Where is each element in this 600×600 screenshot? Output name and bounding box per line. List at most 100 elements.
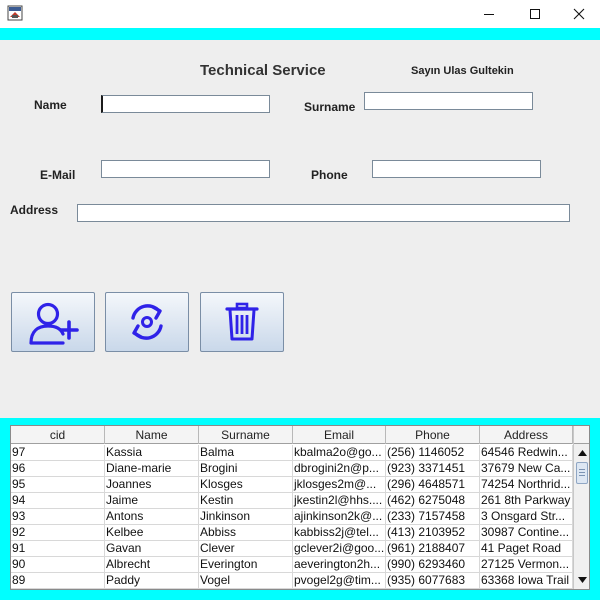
close-button[interactable] — [556, 0, 600, 28]
name-field[interactable] — [101, 95, 270, 113]
cell-address[interactable]: 3 Onsgard Str... — [480, 509, 573, 525]
cell-cid[interactable]: 91 — [11, 541, 105, 557]
cell-name[interactable]: Kassia — [105, 445, 199, 461]
cell-email[interactable]: dbrogini2n@p... — [293, 461, 386, 477]
cell-name[interactable]: Gavan — [105, 541, 199, 557]
table-row[interactable]: 94 Jaime Kestin jkestin2l@hhs.... (462) 6275… — [11, 493, 573, 509]
cell-address[interactable]: 64546 Redwin... — [480, 445, 573, 461]
column-header-surname[interactable]: Surname — [199, 426, 293, 444]
surname-field[interactable] — [364, 92, 533, 110]
cell-phone[interactable]: (990) 6293460 — [386, 557, 480, 573]
cell-cid[interactable]: 92 — [11, 525, 105, 541]
table-row[interactable]: 95 Joannes Klosges jklosges2m@... (296) 4648… — [11, 477, 573, 493]
cell-surname[interactable]: Everington — [199, 557, 293, 573]
cell-email[interactable]: aeverington2h... — [293, 557, 386, 573]
cell-name[interactable]: Diane-marie — [105, 461, 199, 477]
delete-button[interactable] — [200, 292, 284, 352]
cell-cid[interactable]: 90 — [11, 557, 105, 573]
cell-cid[interactable]: 93 — [11, 509, 105, 525]
maximize-icon — [530, 9, 540, 19]
cell-cid[interactable]: 96 — [11, 461, 105, 477]
cell-phone[interactable]: (256) 1146052 — [386, 445, 480, 461]
refresh-icon — [131, 304, 163, 340]
cell-address[interactable]: 63368 Iowa Trail — [480, 573, 573, 589]
scroll-up-button[interactable] — [575, 446, 589, 460]
cell-address[interactable]: 30987 Contine... — [480, 525, 573, 541]
cell-surname[interactable]: Brogini — [199, 461, 293, 477]
user-greeting: Sayın Ulas Gultekin — [411, 65, 514, 77]
scrollbar-thumb[interactable] — [576, 462, 588, 484]
cell-phone[interactable]: (462) 6275048 — [386, 493, 480, 509]
cell-phone[interactable]: (413) 2103952 — [386, 525, 480, 541]
cell-name[interactable]: Antons — [105, 509, 199, 525]
cell-name[interactable]: Albrecht — [105, 557, 199, 573]
table-scrollbar[interactable] — [573, 426, 589, 589]
cell-phone[interactable]: (961) 2188407 — [386, 541, 480, 557]
column-header-email[interactable]: Email — [293, 426, 386, 444]
name-label: Name — [34, 98, 67, 112]
address-field[interactable] — [77, 204, 570, 222]
scroll-down-button[interactable] — [575, 573, 589, 587]
column-header-phone[interactable]: Phone — [386, 426, 480, 444]
cell-email[interactable]: pvogel2g@tim... — [293, 573, 386, 589]
cell-surname[interactable]: Clever — [199, 541, 293, 557]
cell-address[interactable]: 41 Paget Road — [480, 541, 573, 557]
table-row[interactable]: 93 Antons Jinkinson ajinkinson2k@... (233) 7… — [11, 509, 573, 525]
cell-name[interactable]: Kelbee — [105, 525, 199, 541]
cell-surname[interactable]: Balma — [199, 445, 293, 461]
cell-phone[interactable]: (923) 3371451 — [386, 461, 480, 477]
cell-phone[interactable]: (296) 4648571 — [386, 477, 480, 493]
cell-phone[interactable]: (935) 6077683 — [386, 573, 480, 589]
cell-name[interactable]: Jaime — [105, 493, 199, 509]
cell-email[interactable]: jklosges2m@... — [293, 477, 386, 493]
table-header: cid Name Surname Email Phone Address — [11, 426, 573, 444]
cell-surname[interactable]: Jinkinson — [199, 509, 293, 525]
surname-label: Surname — [304, 100, 356, 114]
page-title: Technical Service — [200, 62, 326, 79]
column-header-name[interactable]: Name — [105, 426, 199, 444]
customer-form-panel: Technical Service Sayın Ulas Gultekin Na… — [0, 40, 600, 418]
table-row[interactable]: 91 Gavan Clever gclever2i@goo... (961) 21884… — [11, 541, 573, 557]
maximize-button[interactable] — [512, 0, 558, 28]
table-row[interactable]: 97 Kassia Balma kbalma2o@go... (256) 1146052… — [11, 445, 573, 461]
close-icon — [573, 8, 585, 20]
table-row[interactable]: 90 Albrecht Everington aeverington2h... (990… — [11, 557, 573, 573]
cell-name[interactable]: Paddy — [105, 573, 199, 589]
title-bar — [0, 0, 600, 28]
cell-cid[interactable]: 94 — [11, 493, 105, 509]
cell-phone[interactable]: (233) 7157458 — [386, 509, 480, 525]
cell-surname[interactable]: Kestin — [199, 493, 293, 509]
cell-cid[interactable]: 95 — [11, 477, 105, 493]
cell-address[interactable]: 74254 Northrid... — [480, 477, 573, 493]
cell-address[interactable]: 27125 Vermon... — [480, 557, 573, 573]
table-row[interactable]: 96 Diane-marie Brogini dbrogini2n@p... (923)… — [11, 461, 573, 477]
cell-email[interactable]: ajinkinson2k@... — [293, 509, 386, 525]
cell-cid[interactable]: 97 — [11, 445, 105, 461]
cell-surname[interactable]: Klosges — [199, 477, 293, 493]
table-row[interactable]: 92 Kelbee Abbiss kabbiss2j@tel... (413) 2103… — [11, 525, 573, 541]
java-app-icon — [7, 5, 23, 21]
add-user-icon — [29, 302, 79, 345]
column-header-address[interactable]: Address — [480, 426, 573, 444]
minimize-button[interactable] — [466, 0, 512, 28]
cell-email[interactable]: gclever2i@goo... — [293, 541, 386, 557]
cell-surname[interactable]: Abbiss — [199, 525, 293, 541]
cell-email[interactable]: kabbiss2j@tel... — [293, 525, 386, 541]
triangle-up-icon — [577, 450, 587, 456]
email-field[interactable] — [101, 160, 270, 178]
add-customer-button[interactable] — [11, 292, 95, 352]
customer-table: cid Name Surname Email Phone Address 97 K… — [10, 425, 590, 590]
cell-email[interactable]: kbalma2o@go... — [293, 445, 386, 461]
cell-email[interactable]: jkestin2l@hhs.... — [293, 493, 386, 509]
column-header-cid[interactable]: cid — [11, 426, 105, 444]
table-row[interactable]: 89 Paddy Vogel pvogel2g@tim... (935) 6077683… — [11, 573, 573, 589]
cell-address[interactable]: 37679 New Ca... — [480, 461, 573, 477]
address-label: Address — [10, 203, 59, 217]
cell-surname[interactable]: Vogel — [199, 573, 293, 589]
phone-label: Phone — [311, 168, 348, 182]
cell-name[interactable]: Joannes — [105, 477, 199, 493]
cell-address[interactable]: 261 8th Parkway — [480, 493, 573, 509]
cell-cid[interactable]: 89 — [11, 573, 105, 589]
refresh-button[interactable] — [105, 292, 189, 352]
phone-field[interactable] — [372, 160, 541, 178]
